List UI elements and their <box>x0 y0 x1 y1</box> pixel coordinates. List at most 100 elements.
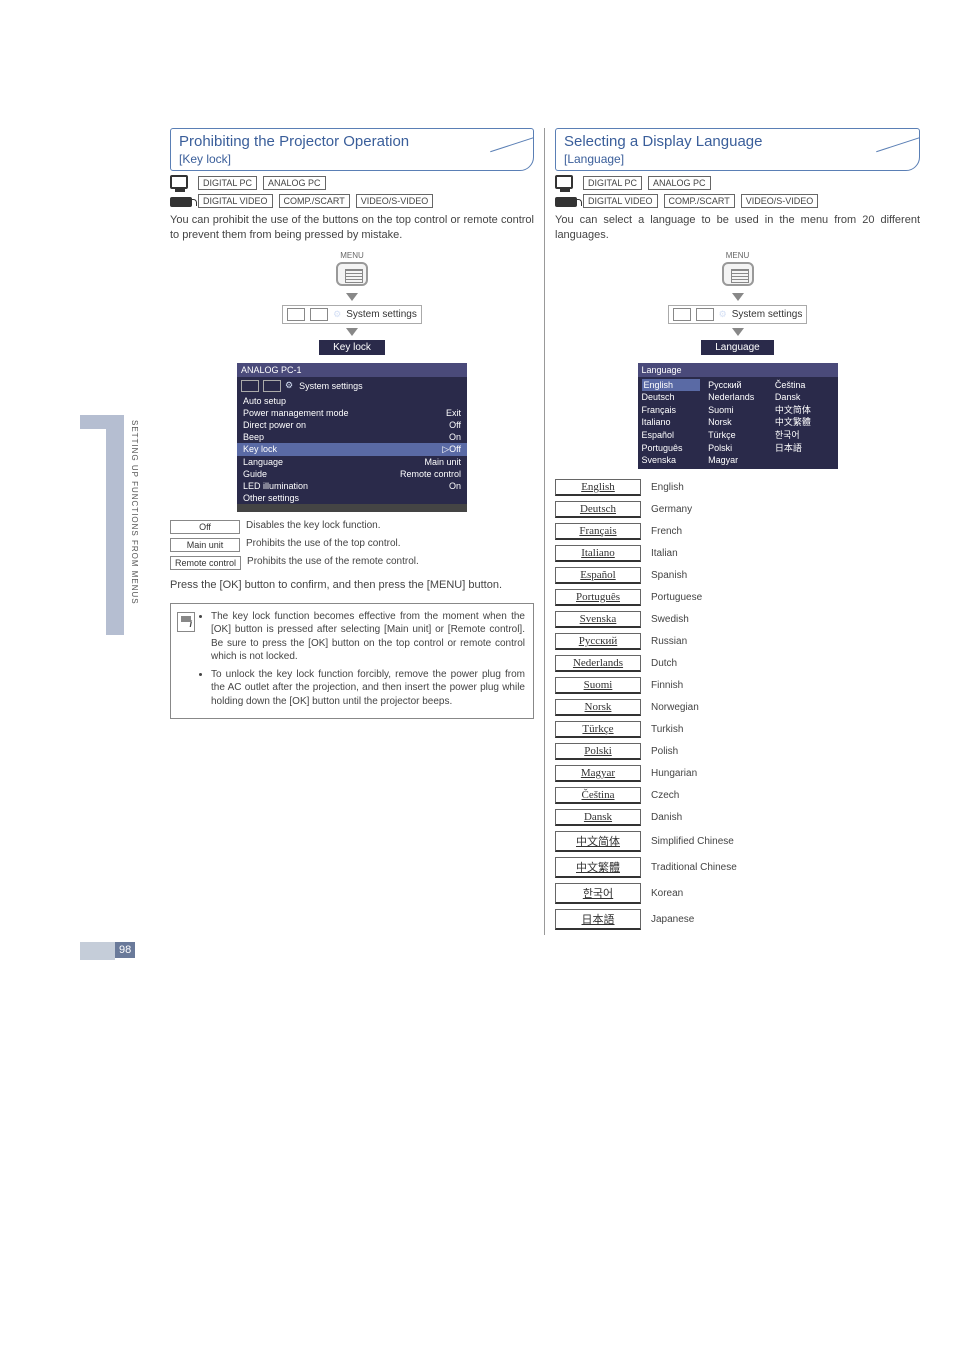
language-row: 中文繁體Traditional Chinese <box>555 857 920 878</box>
osd-title: ANALOG PC-1 <box>237 363 467 377</box>
osd-tab-icon <box>241 380 259 392</box>
section-header-language: Selecting a Display Language [Language] <box>555 128 920 171</box>
section-header-keylock: Prohibiting the Projector Operation [Key… <box>170 128 534 171</box>
osd-row: Power management mode Exit <box>237 407 467 419</box>
lang-osd-item: Dansk <box>775 391 834 404</box>
language-row: 日本語 Japanese <box>555 909 920 930</box>
language-row: 中文简体Simplified Chinese <box>555 831 920 852</box>
option-key: Off <box>170 520 240 534</box>
language-osd-columns: EnglishDeutschFrançaisItalianoEspañolPor… <box>638 377 838 469</box>
osd-row-key: Power management mode <box>243 408 349 418</box>
language-desc: Japanese <box>651 914 694 925</box>
left-column: Prohibiting the Projector Operation [Key… <box>160 128 545 935</box>
src-digital-video: DIGITAL VIDEO <box>198 194 273 208</box>
language-desc: Portuguese <box>651 592 702 603</box>
language-row: EnglishEnglish <box>555 479 920 496</box>
intro-text: You can select a language to be used in … <box>555 213 920 243</box>
osd-row: Direct power onOff <box>237 419 467 431</box>
lang-osd-item: Suomi <box>708 404 767 417</box>
language-button: Español <box>555 567 641 584</box>
language-desc: Turkish <box>651 724 683 735</box>
language-button: Čeština <box>555 787 641 804</box>
lang-osd-item: 中文繁體 <box>775 416 834 429</box>
src-comp-scart: COMP./SCART <box>279 194 350 208</box>
osd-row: Key lock▷Off <box>237 443 467 456</box>
nav-tab-icon <box>287 308 305 321</box>
note-box: The key lock function becomes effective … <box>170 603 534 720</box>
language-desc: Swedish <box>651 614 689 625</box>
language-button: Magyar <box>555 765 641 782</box>
language-button: 日本語 <box>555 909 641 930</box>
language-osd-title: Language <box>638 363 838 377</box>
option-row: Main unitProhibits the use of the top co… <box>170 538 534 552</box>
language-row: NorskNorwegian <box>555 699 920 716</box>
menu-flow: MENU ⚙ System settings Language <box>555 251 920 355</box>
nav-crumb-system-settings: ⚙ System settings <box>282 305 422 324</box>
lang-osd-item: English <box>642 379 701 392</box>
osd-row: Auto setup <box>237 395 467 407</box>
language-desc: Dutch <box>651 658 677 669</box>
note-item: To unlock the key lock function forcibly… <box>211 668 525 709</box>
language-row: Русский Russian <box>555 633 920 650</box>
language-button: 中文简体 <box>555 831 641 852</box>
crumb-label: System settings <box>346 309 417 320</box>
osd-row: LanguageMain unit <box>237 456 467 468</box>
section-title: Prohibiting the Projector Operation <box>179 133 525 150</box>
option-key: Remote control <box>170 556 241 570</box>
crumb-label: System settings <box>732 309 803 320</box>
language-row: 한국어 Korean <box>555 883 920 904</box>
src-analog-pc: ANALOG PC <box>648 176 711 190</box>
right-column: Selecting a Display Language [Language] … <box>545 128 930 935</box>
lang-osd-item: Svenska <box>642 454 701 467</box>
language-button: Português <box>555 589 641 606</box>
side-label: SETTING UP FUNCTIONS FROM MENUS <box>130 420 139 605</box>
language-row: PolskiPolish <box>555 743 920 760</box>
language-desc: French <box>651 526 682 537</box>
language-desc: Korean <box>651 888 683 899</box>
note-item: The key lock function becomes effective … <box>211 610 525 664</box>
page-number: 98 <box>115 942 135 958</box>
language-desc: Russian <box>651 636 687 647</box>
language-button: Русский <box>555 633 641 650</box>
note-icon <box>177 612 195 632</box>
osd-row-key: Language <box>243 457 283 467</box>
arrow-down-icon <box>732 328 744 336</box>
menu-button-label: MENU <box>555 251 920 260</box>
language-row: ItalianoItalian <box>555 545 920 562</box>
src-digital-pc: DIGITAL PC <box>583 176 642 190</box>
lang-osd-item: Italiano <box>642 416 701 429</box>
language-desc: Spanish <box>651 570 687 581</box>
language-osd: Language EnglishDeutschFrançaisItalianoE… <box>638 363 838 469</box>
menu-button-icon <box>336 262 368 286</box>
language-button: Svenska <box>555 611 641 628</box>
language-desc: Polish <box>651 746 678 757</box>
menu-button-icon <box>722 262 754 286</box>
osd-row-value: On <box>449 432 461 442</box>
lang-osd-item: Magyar <box>708 454 767 467</box>
lang-osd-item: Français <box>642 404 701 417</box>
option-row: Remote controlProhibits the use of the r… <box>170 556 534 570</box>
osd-row-value: Off <box>449 420 461 430</box>
language-desc: Czech <box>651 790 679 801</box>
language-desc: Italian <box>651 548 678 559</box>
language-desc: Finnish <box>651 680 683 691</box>
osd-row: BeepOn <box>237 431 467 443</box>
language-button: 中文繁體 <box>555 857 641 878</box>
lang-osd-item: 中文简体 <box>775 404 834 417</box>
lang-osd-item: Nederlands <box>708 391 767 404</box>
language-button: Suomi <box>555 677 641 694</box>
page-content: Prohibiting the Projector Operation [Key… <box>160 128 930 935</box>
language-osd-title-text: Language <box>642 365 682 375</box>
lang-osd-item: Español <box>642 429 701 442</box>
osd-row-value: Exit <box>446 408 461 418</box>
osd-tabs: ⚙ System settings <box>237 377 467 395</box>
section-subtitle: [Language] <box>564 152 911 166</box>
nav-target-language: Language <box>701 340 774 355</box>
language-row: Svenska Swedish <box>555 611 920 628</box>
lang-osd-column: ČeštinaDansk中文简体中文繁體한국어日本語 <box>771 379 838 467</box>
language-table: EnglishEnglishDeutschGermanyFrançaisFren… <box>555 479 920 930</box>
osd-rows: Auto setupPower management mode ExitDirec… <box>237 395 467 504</box>
monitor-icon <box>170 175 192 191</box>
gear-icon: ⚙ <box>333 309 341 320</box>
language-button: 한국어 <box>555 883 641 904</box>
